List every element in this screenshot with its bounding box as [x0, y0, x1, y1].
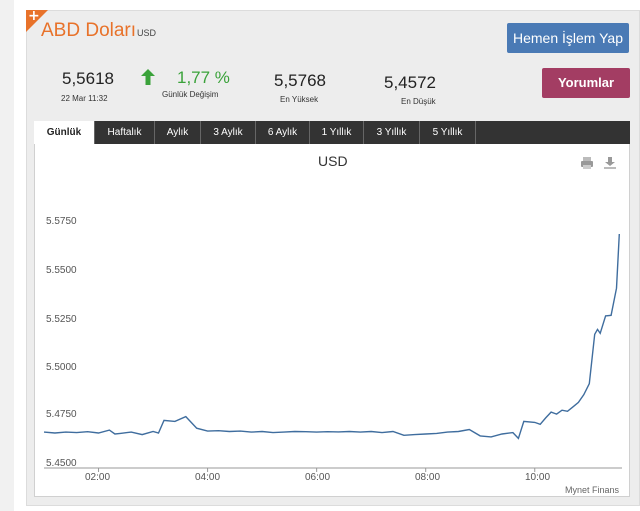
y-tick-label: 5.5000	[46, 362, 77, 373]
chart-title: USD	[318, 153, 348, 169]
x-tick-label: 08:00	[415, 472, 441, 483]
page-title: ABD Doları	[41, 20, 137, 41]
last-price: 5,5618	[62, 69, 114, 88]
currency-code: USD	[137, 28, 157, 38]
low-label: En Düşük	[401, 97, 436, 106]
x-tick-label: 10:00	[525, 472, 551, 483]
x-tick-label: 04:00	[195, 472, 221, 483]
print-icon[interactable]	[580, 156, 594, 170]
left-strip	[0, 0, 14, 511]
x-tick-label: 02:00	[85, 472, 111, 483]
download-icon[interactable]	[603, 156, 617, 170]
y-tick-label: 5.5500	[46, 265, 77, 276]
y-tick-label: 5.5250	[46, 314, 77, 325]
y-tick-label: 5.5750	[46, 216, 77, 227]
high-label: En Yüksek	[280, 95, 319, 104]
plus-glyph: +	[28, 10, 40, 24]
tab-1-year[interactable]: 1 Yıllık	[310, 121, 364, 144]
chart-container	[34, 121, 630, 497]
tab-weekly[interactable]: Haftalık	[95, 121, 155, 144]
high-value: 5,5768	[274, 71, 326, 90]
comments-button[interactable]: Yorumlar	[542, 68, 630, 98]
y-tick-label: 5.4750	[46, 409, 77, 420]
tab-daily[interactable]: Günlük	[34, 121, 95, 144]
arrow-up-icon	[141, 69, 155, 85]
period-tabs: Günlük Haftalık Aylık 3 Aylık 6 Aylık 1 …	[34, 121, 630, 144]
tab-3-years[interactable]: 3 Yıllık	[364, 121, 420, 144]
tab-monthly[interactable]: Aylık	[155, 121, 201, 144]
tab-6-months[interactable]: 6 Aylık	[256, 121, 310, 144]
tab-5-years[interactable]: 5 Yıllık	[420, 121, 476, 144]
daily-change-label: Günlük Değişim	[162, 90, 219, 99]
last-update-time: 22 Mar 11:32	[61, 94, 108, 103]
trade-now-button[interactable]: Hemen İşlem Yap	[507, 23, 629, 53]
daily-change-value: 1,77 %	[177, 68, 230, 87]
tab-3-months[interactable]: 3 Aylık	[201, 121, 256, 144]
low-value: 5,4572	[384, 73, 436, 92]
chart-credit: Mynet Finans	[565, 485, 620, 495]
y-tick-label: 5.4500	[46, 458, 77, 469]
x-tick-label: 06:00	[305, 472, 331, 483]
